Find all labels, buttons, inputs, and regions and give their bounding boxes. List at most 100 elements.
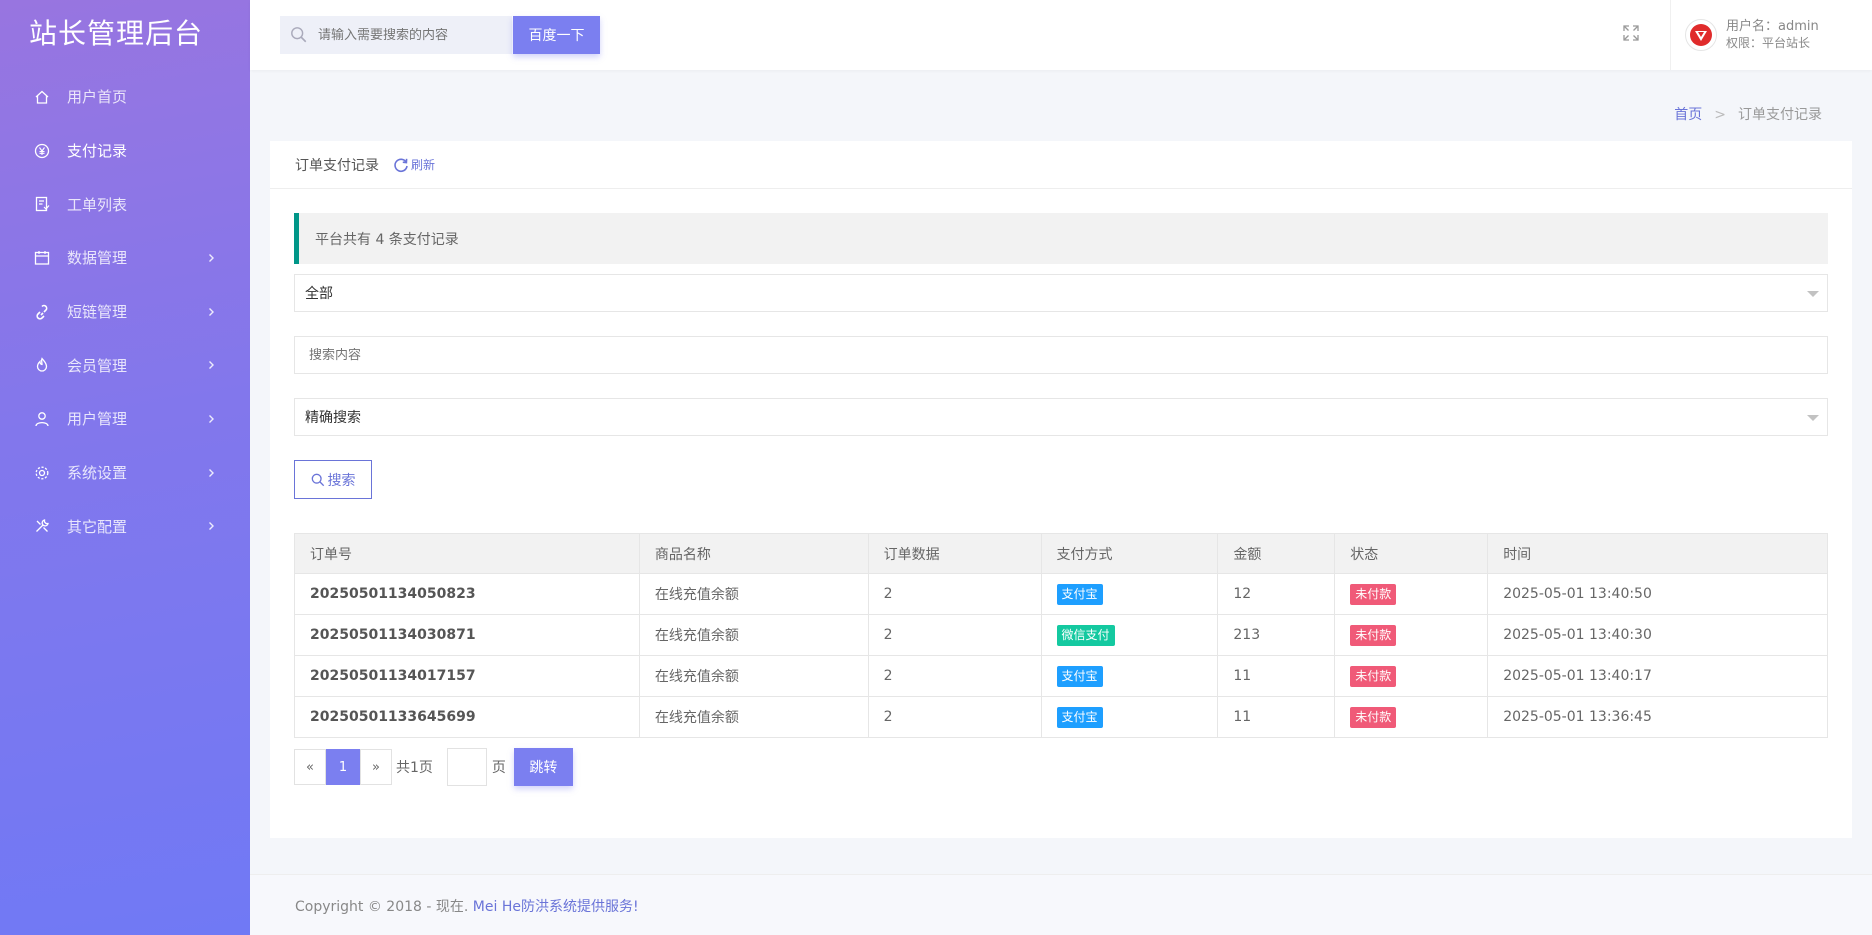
table-row: 20250501134050823 在线充值余额 2 支付宝 12 未付款 2025-05-… <box>294 573 1828 615</box>
cell-order-no: 20250501134050823 <box>294 573 640 615</box>
col-header-amount: 金额 <box>1217 533 1336 574</box>
pager-unit: 页 <box>491 760 506 776</box>
card-header: 订单支付记录 刷新 <box>270 141 1852 189</box>
pager-jump-button[interactable]: 跳转 <box>513 748 573 786</box>
sidebar-item-4[interactable]: 短链管理 <box>0 285 250 339</box>
sidebar-item-label: 短链管理 <box>67 303 128 322</box>
fullscreen-icon[interactable] <box>1622 24 1640 42</box>
fire-icon <box>34 357 50 373</box>
pay-method-badge: 支付宝 <box>1056 583 1103 605</box>
footer-link[interactable]: Mei He防洪系统提供服务! <box>473 899 639 915</box>
search-mode-value: 精确搜索 <box>305 410 361 426</box>
avatar <box>1685 19 1717 51</box>
pay-method-badge: 微信支付 <box>1056 624 1115 646</box>
col-header-status: 状态 <box>1334 533 1489 574</box>
cell-product: 在线充值余额 <box>638 655 869 697</box>
records-notice: 平台共有 4 条支付记录 <box>294 213 1828 264</box>
cell-order-no: 20250501134017157 <box>294 655 640 697</box>
card-title: 订单支付记录 <box>295 157 379 174</box>
cell-order-no: 20250501134030871 <box>294 614 640 656</box>
pager-jump-input[interactable] <box>446 748 487 786</box>
sidebar-item-5[interactable]: 会员管理 <box>0 338 250 392</box>
ticket-icon <box>34 196 50 212</box>
yen-icon <box>34 143 50 159</box>
sidebar-item-label: 用户管理 <box>67 410 128 429</box>
col-header-order-data: 订单数据 <box>867 533 1042 574</box>
sidebar-nav: 用户首页支付记录工单列表数据管理短链管理会员管理用户管理系统设置其它配置 <box>0 70 250 553</box>
sidebar-item-label: 会员管理 <box>67 356 128 375</box>
filter-select-value: 全部 <box>305 286 333 302</box>
sidebar-item-1[interactable]: 支付记录 <box>0 124 250 178</box>
table-row: 20250501134030871 在线充值余额 2 微信支付 213 未付款 2025-0… <box>294 614 1828 656</box>
chevron-right-icon <box>209 307 214 316</box>
calendar-icon <box>34 250 50 266</box>
refresh-button[interactable]: 刷新 <box>393 156 435 173</box>
pagination: « 1 » 共1页 页 跳转 <box>294 748 1828 786</box>
table-header-row: 订单号 商品名称 订单数据 支付方式 金额 状态 时间 <box>294 533 1828 574</box>
user-menu[interactable]: 用户名：admin 权限：平台站长 <box>1670 0 1842 70</box>
search-icon <box>311 473 324 486</box>
breadcrumb-home[interactable]: 首页 <box>1674 107 1702 123</box>
sidebar-item-label: 用户首页 <box>67 88 128 107</box>
col-header-product: 商品名称 <box>638 533 869 574</box>
sidebar-item-6[interactable]: 用户管理 <box>0 392 250 446</box>
chevron-right-icon <box>209 361 214 370</box>
footer-copyright: Copyright © 2018 - 现在. <box>295 899 473 915</box>
sidebar: 站长管理后台 用户首页 支付记录 工单列表 数据管理 短链管理 会员管理 用户管理 系统设置其… <box>0 0 250 935</box>
pay-method-badge: 支付宝 <box>1056 665 1103 687</box>
sidebar-item-0[interactable]: 用户首页 <box>0 70 250 124</box>
chevron-down-icon <box>1807 291 1819 297</box>
sidebar-item-label: 系统设置 <box>67 464 128 483</box>
sidebar-item-3[interactable]: 数据管理 <box>0 231 250 285</box>
chevron-down-icon <box>1807 415 1819 421</box>
pager-total: 共1页 <box>396 760 433 776</box>
payment-records-card: 订单支付记录 刷新 平台共有 4 条支付记录 全部 精确搜索 搜索 <box>270 141 1852 838</box>
status-badge: 未付款 <box>1350 706 1397 728</box>
card-body: 平台共有 4 条支付记录 全部 精确搜索 搜索 订单号 商品名称 订单 <box>270 189 1852 786</box>
cell-order-no: 20250501133645699 <box>294 696 640 738</box>
sidebar-item-8[interactable]: 其它配置 <box>0 500 250 554</box>
header-search-button[interactable]: 百度一下 <box>513 16 600 54</box>
cell-order-data: 2 <box>867 614 1042 656</box>
top-header: 百度一下 用户名：admin 权限：平台站长 <box>250 0 1872 70</box>
cell-pay-method: 支付宝 <box>1040 573 1219 615</box>
status-badge: 未付款 <box>1350 624 1397 646</box>
user-icon <box>34 411 50 427</box>
search-icon <box>291 27 307 43</box>
cell-status: 未付款 <box>1334 573 1489 615</box>
cell-status: 未付款 <box>1334 655 1489 697</box>
pager-prev[interactable]: « <box>294 749 326 785</box>
link-icon <box>34 304 50 320</box>
chevron-right-icon <box>209 522 214 531</box>
breadcrumb-separator: > <box>1714 107 1726 123</box>
cell-order-data: 2 <box>867 655 1042 697</box>
table-row: 20250501134017157 在线充值余额 2 支付宝 11 未付款 2025-05-… <box>294 655 1828 697</box>
status-badge: 未付款 <box>1350 665 1397 687</box>
col-header-pay-method: 支付方式 <box>1040 533 1219 574</box>
header-search <box>280 16 512 54</box>
cell-product: 在线充值余额 <box>638 696 869 738</box>
breadcrumb-current: 订单支付记录 <box>1738 107 1822 123</box>
user-role: 权限：平台站长 <box>1726 36 1811 50</box>
filter-select[interactable]: 全部 <box>294 274 1828 312</box>
col-header-time: 时间 <box>1487 533 1828 574</box>
breadcrumb: 首页 > 订单支付记录 <box>1674 104 1822 124</box>
search-input[interactable] <box>309 347 1827 363</box>
sidebar-item-2[interactable]: 工单列表 <box>0 177 250 231</box>
status-badge: 未付款 <box>1350 583 1397 605</box>
pager-next[interactable]: » <box>360 749 392 785</box>
col-header-order-no: 订单号 <box>294 533 640 574</box>
header-search-input[interactable] <box>318 27 498 43</box>
sidebar-item-7[interactable]: 系统设置 <box>0 446 250 500</box>
search-mode-select[interactable]: 精确搜索 <box>294 398 1828 436</box>
sidebar-item-label: 工单列表 <box>67 195 128 214</box>
search-button[interactable]: 搜索 <box>294 460 372 499</box>
tools-icon <box>34 518 50 534</box>
cell-order-data: 2 <box>867 696 1042 738</box>
refresh-icon <box>394 157 408 172</box>
cell-order-data: 2 <box>867 573 1042 615</box>
pager-page-current[interactable]: 1 <box>326 749 360 785</box>
cell-pay-method: 微信支付 <box>1040 614 1219 656</box>
cell-amount: 12 <box>1217 573 1336 615</box>
search-field[interactable] <box>294 336 1828 374</box>
